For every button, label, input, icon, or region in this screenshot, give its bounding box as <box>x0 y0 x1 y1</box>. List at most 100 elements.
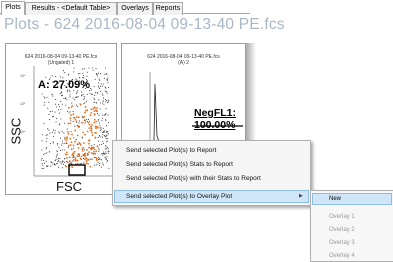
scatter-point <box>94 132 97 134</box>
scatter-point <box>91 134 94 136</box>
scatter-point <box>41 162 43 165</box>
scatter-point <box>66 128 68 130</box>
scatter-point <box>89 139 91 141</box>
scatter-point <box>54 111 56 113</box>
scatter-point <box>105 101 107 103</box>
plot-2[interactable]: 624 2016-08-04 09-13-40 PE.fcs (A) 2 Neg… <box>121 43 246 143</box>
scatter-point <box>100 83 102 85</box>
scatter-point <box>42 153 45 155</box>
scatter-point <box>101 153 103 155</box>
scatter-point <box>100 136 102 138</box>
scatter-point <box>51 75 53 77</box>
scatter-point <box>71 160 73 162</box>
menu-item-send-stats-report[interactable]: Send selected Plot(s) Stats to Report <box>126 161 233 168</box>
tab-plots[interactable]: Plots <box>1 1 25 15</box>
scatter-point <box>81 91 83 93</box>
tab-overlays[interactable]: Overlays <box>117 2 153 15</box>
scatter-point <box>105 159 107 161</box>
plot-1[interactable]: 624 2016-08-04 09-13-40 PE.fcs (Ungated)… <box>5 43 117 195</box>
scatter-point <box>104 153 106 155</box>
scatter-point <box>100 127 102 129</box>
submenu-item-overlay-2[interactable]: Overlay 2 <box>329 227 355 233</box>
scatter-point <box>66 90 68 92</box>
menu-item-send-plot-report[interactable]: Send selected Plot(s) to Report <box>126 147 216 154</box>
scatter-point <box>67 122 70 125</box>
submenu-item-new[interactable]: New <box>329 196 341 202</box>
submenu-item-overlay-3[interactable]: Overlay 3 <box>329 240 355 246</box>
scatter-point <box>77 147 80 149</box>
scatter-point <box>106 92 108 94</box>
menu-item-send-overlay[interactable]: Send selected Plot(s) to Overlay Plot <box>126 193 232 200</box>
scatter-point <box>69 111 71 113</box>
scatter-point <box>107 152 109 154</box>
scatter-point <box>99 129 101 131</box>
scatter-point <box>84 121 86 123</box>
scatter-point <box>79 157 82 160</box>
scatter-point <box>102 117 104 119</box>
scatter-point <box>102 142 105 145</box>
scatter-point <box>101 85 103 87</box>
scatter-point <box>64 138 66 140</box>
scatter-point <box>69 91 71 93</box>
scatter-point <box>53 129 55 131</box>
scatter-point <box>81 68 83 70</box>
scatter-point <box>68 156 71 159</box>
scatter-point <box>87 121 90 124</box>
scatter-point <box>53 135 55 137</box>
page-title: Plots - 624 2016-08-04 09-13-40 PE.fcs <box>4 16 285 33</box>
scatter-point <box>76 155 79 157</box>
scatter-point <box>63 122 66 124</box>
scatter-point <box>54 164 56 166</box>
scatter-point <box>74 140 76 143</box>
scatter-point <box>94 156 97 159</box>
scatter-point <box>95 72 97 75</box>
scatter-point <box>74 158 77 161</box>
tab-results[interactable]: Results - <Default Table> <box>25 2 117 15</box>
submenu-item-overlay-1[interactable]: Overlay 1 <box>329 214 355 220</box>
menu-item-send-plot-stats-report[interactable]: Send selected Plot(s) with their Stats t… <box>126 175 261 182</box>
scatter-point <box>65 142 68 144</box>
scatter-point <box>105 141 108 143</box>
scatter-point <box>74 118 77 121</box>
scatter-point <box>73 147 75 149</box>
scatter-point <box>94 98 96 101</box>
scatter-point <box>72 113 75 116</box>
scatter-point <box>88 67 90 69</box>
scatter-point <box>92 107 95 110</box>
svg-text:10⁶: 10⁶ <box>20 74 26 78</box>
scatter-point <box>61 160 63 162</box>
scatter-point <box>73 67 75 69</box>
scatter-point <box>83 97 85 99</box>
scatter-point <box>83 149 86 151</box>
scatter-point <box>63 98 65 100</box>
submenu-item-overlay-4[interactable]: Overlay 4 <box>329 253 355 259</box>
scatter-point <box>94 94 96 97</box>
x-axis-label: FSC <box>56 179 82 194</box>
scatter-point <box>71 102 73 104</box>
scatter-point <box>89 165 92 168</box>
scatter-point <box>79 142 81 145</box>
tab-reports[interactable]: Reports <box>153 2 183 15</box>
scatter-point <box>83 158 86 161</box>
scatter-point <box>83 142 85 144</box>
scatter-point <box>43 159 45 162</box>
scatter-point <box>70 162 72 164</box>
scatter-point <box>69 137 71 140</box>
scatter-point <box>95 102 97 104</box>
scatter-point <box>95 125 97 128</box>
scatter-point <box>102 133 104 136</box>
scatter-point <box>81 115 83 117</box>
scatter-point <box>72 120 74 122</box>
scatter-point <box>97 113 99 115</box>
scatter-point <box>91 131 93 134</box>
scatter-point <box>93 118 96 121</box>
scatter-point <box>67 144 70 147</box>
scatter-point <box>64 142 66 144</box>
scatter-point <box>45 76 47 78</box>
scatter-point <box>59 132 61 134</box>
scatter-point <box>99 108 101 110</box>
scatter-point <box>105 136 107 138</box>
scatter-point <box>56 153 58 155</box>
scatter-point <box>73 150 76 153</box>
scatter-point <box>86 149 88 151</box>
